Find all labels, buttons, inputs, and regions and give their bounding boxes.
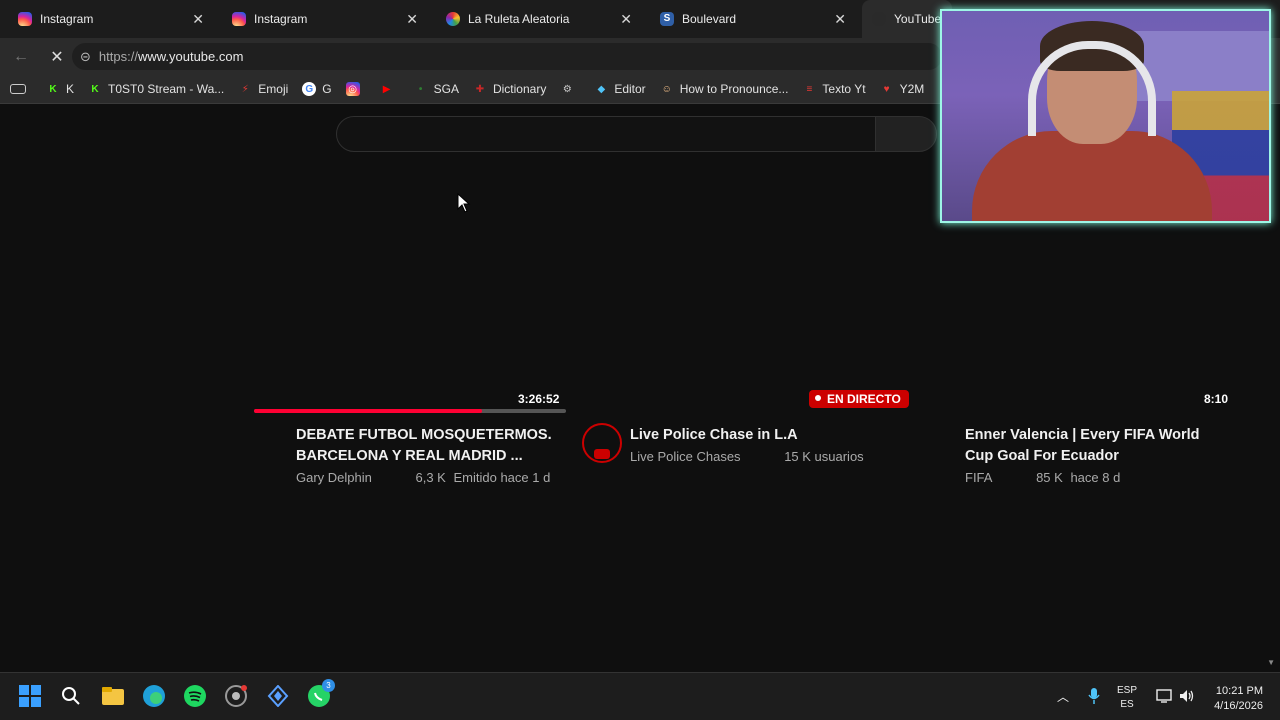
scroll-down-arrow-icon[interactable]: ▼ [1267,658,1275,667]
channel-name[interactable]: Gary Delphin [296,470,372,485]
mouse-cursor-icon [457,193,471,213]
spotify-icon[interactable] [182,683,208,709]
windows-taskbar: 3 ︿ ESP ES 10:21 PM 4/16/2026 [0,672,1280,720]
bookmark-item[interactable]: ⚙ [560,82,580,96]
bookmark-item[interactable]: ⚡ Emoji [238,82,289,96]
instagram-icon: ◎ [345,82,360,96]
kick-icon: K [49,83,57,95]
y2mate-icon: ♥ [883,83,890,95]
instagram-icon [18,12,32,26]
whatsapp-notification-badge: 3 [322,679,335,692]
duration-badge: 8:10 [1204,392,1229,406]
webcam-person-shirt [972,131,1212,221]
viewer-count: 15 K usuarios [784,449,864,464]
video-title[interactable]: DEBATE FUTBOL MOSQUETERMOS. BARCELONA Y … [296,425,566,467]
search-icon[interactable] [58,683,84,709]
video-meta: Live Police Chases 15 K usuarios [630,449,868,464]
back-arrow-icon[interactable]: ← [6,42,36,72]
bookmark-item[interactable]: ◆ Editor [594,82,645,96]
dictionary-icon: ✚ [475,83,485,95]
whatsapp-icon[interactable]: 3 [306,679,335,709]
tab-title: Instagram [40,12,94,26]
channel-name[interactable]: Live Police Chases [630,449,741,464]
chevron-up-icon[interactable]: ︿ [1050,683,1076,709]
edge-browser-icon[interactable] [141,683,167,709]
bookmarks-menu[interactable] [10,84,32,94]
channel-name[interactable]: FIFA [965,470,992,485]
file-explorer-icon[interactable] [100,683,126,709]
tab-instagram-1[interactable]: Instagram ✕ [0,0,214,38]
bookmark-item[interactable]: K T0ST0 Stream - Wa... [88,82,224,96]
tab-youtube[interactable]: YouTube [862,0,952,38]
bookmarks-folder-icon [10,84,26,94]
tab-boulevard[interactable]: S Boulevard ✕ [642,0,856,38]
tab-ruleta[interactable]: La Ruleta Aleatoria ✕ [428,0,642,38]
texto-yt-icon: ≡ [806,83,813,95]
watch-progress-fill [254,409,482,413]
youtube-icon: ▶ [382,83,391,95]
sga-icon: • [418,83,423,95]
google-icon: G [302,82,317,96]
kick-icon: K [91,83,99,95]
editor-icon: ◆ [597,83,606,95]
stop-loading-icon[interactable]: ✕ [42,42,72,72]
duration-badge: 3:26:52 [518,392,560,406]
bookmark-item[interactable]: KK [46,82,74,96]
system-clock[interactable]: 10:21 PM 4/16/2026 [1205,684,1263,714]
channel-avatar[interactable] [582,423,622,463]
address-bar[interactable]: ⊝ https://www.youtube.com [72,43,942,70]
close-tab-icon[interactable]: ✕ [620,11,632,28]
close-tab-icon[interactable]: ✕ [834,11,846,28]
tab-title: YouTube [894,12,942,26]
tab-title: Instagram [254,12,308,26]
view-count: 85 K [1036,470,1063,485]
video-age: hace 8 d [1070,470,1121,485]
video-age: Emitido hace 1 d [453,470,551,485]
site-info-icon[interactable]: ⊝ [80,49,91,65]
bookmark-item[interactable]: ▶ [380,82,400,96]
s-icon: S [660,12,674,26]
tab-instagram-2[interactable]: Instagram ✕ [214,0,428,38]
close-tab-icon[interactable]: ✕ [406,11,418,28]
url-host: www.youtube.com [137,49,244,64]
view-count: 6,3 K [415,470,446,485]
bookmark-item[interactable]: ≡ Texto Yt [802,82,866,96]
bookmark-item[interactable]: ◎ [345,82,366,96]
search-input[interactable] [336,116,876,152]
close-tab-icon[interactable]: ✕ [192,11,204,28]
bookmark-item[interactable]: ♥ Y2M [880,82,925,96]
url-scheme: https:// [98,49,138,64]
tab-title: Boulevard [682,12,737,26]
language-indicator[interactable]: ESP ES [1117,684,1137,712]
video-title[interactable]: Enner Valencia | Every FIFA World Cup Go… [965,425,1215,467]
loading-spinner-icon [872,12,886,26]
lightning-icon: ⚡ [241,83,249,95]
bookmark-item[interactable]: GG [302,82,332,96]
watch-progress-bar [254,409,566,413]
windows-start-icon[interactable] [17,683,43,709]
video-title[interactable]: Live Police Chase in L.A [630,425,930,446]
tab-title: La Ruleta Aleatoria [468,12,570,26]
live-badge: EN DIRECTO [809,390,909,408]
webcam-overlay [940,9,1271,223]
bookmark-item[interactable]: • SGA [414,82,459,96]
ruleta-icon [446,12,460,26]
video-meta: FIFA 85 K hace 8 d [965,470,1124,485]
bookmark-item[interactable]: ☺ How to Pronounce... [660,82,789,96]
volume-icon[interactable] [1174,683,1200,709]
app-diamond-icon[interactable] [265,683,291,709]
chrome-icon[interactable] [223,683,249,709]
bookmark-item[interactable]: ✚ Dictionary [473,82,547,96]
microphone-icon[interactable] [1081,683,1107,709]
chatgpt-icon: ⚙ [562,83,572,95]
instagram-icon [232,12,246,26]
pronounce-icon: ☺ [661,83,672,95]
video-meta: Gary Delphin 6,3 K Emitido hace 1 d [296,470,554,485]
search-button[interactable] [875,116,937,152]
